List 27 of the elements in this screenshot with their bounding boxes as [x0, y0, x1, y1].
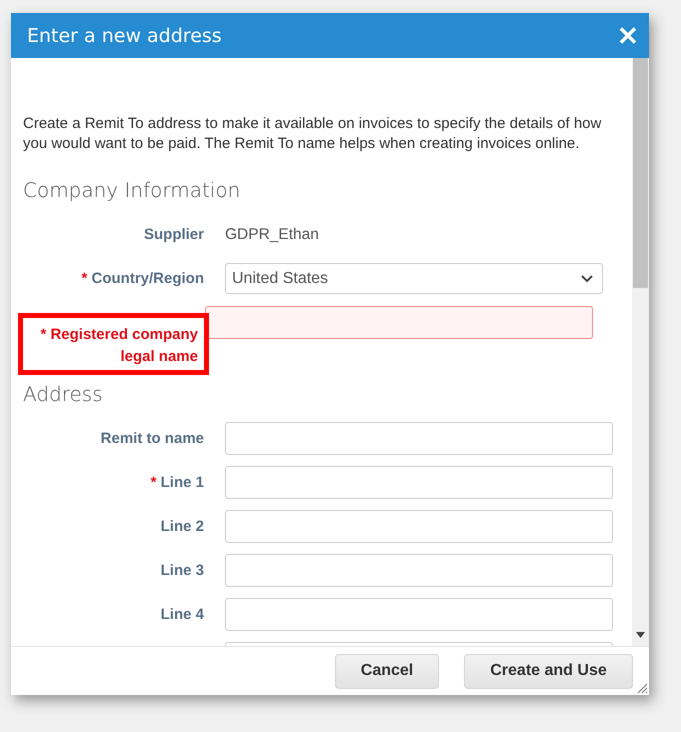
section-heading: Company Information: [23, 178, 242, 202]
supplier-value: GDPR_Ethan: [225, 226, 319, 242]
field-label: Supplier: [144, 226, 204, 242]
field-label: * Line 1: [150, 474, 204, 490]
field-label: Line 4: [160, 606, 204, 622]
section-heading: Address: [23, 382, 104, 406]
chevron-down-icon: [581, 274, 593, 282]
cancel-button[interactable]: Cancel: [335, 654, 439, 688]
dialog-title: Enter a new address: [27, 24, 222, 46]
field-label: Line 3: [160, 562, 204, 578]
close-button[interactable]: ✕: [613, 22, 643, 48]
create-button[interactable]: Create and Use: [464, 654, 633, 688]
input-field[interactable]: [225, 510, 613, 543]
scrollbar[interactable]: [632, 58, 649, 646]
resize-grip-icon[interactable]: [636, 682, 648, 694]
input-field[interactable]: [205, 306, 593, 339]
input-field[interactable]: [225, 422, 613, 455]
input-field[interactable]: [225, 466, 613, 499]
country-select[interactable]: United States: [225, 263, 603, 294]
field-label: Line 2: [160, 518, 204, 534]
input-field[interactable]: [225, 554, 613, 587]
scroll-down-arrow-icon[interactable]: [636, 632, 645, 638]
field-label: * Registered company legal name: [40, 326, 198, 365]
intro-text: Create a Remit To address to make it available on invoices to specify the details of how you would want to be paid. The Remit To name helps when creating invoices online.: [23, 114, 602, 154]
field-label: Remit to name: [100, 430, 204, 446]
input-field[interactable]: [225, 598, 613, 631]
field-label: * Country/Region: [81, 270, 204, 286]
